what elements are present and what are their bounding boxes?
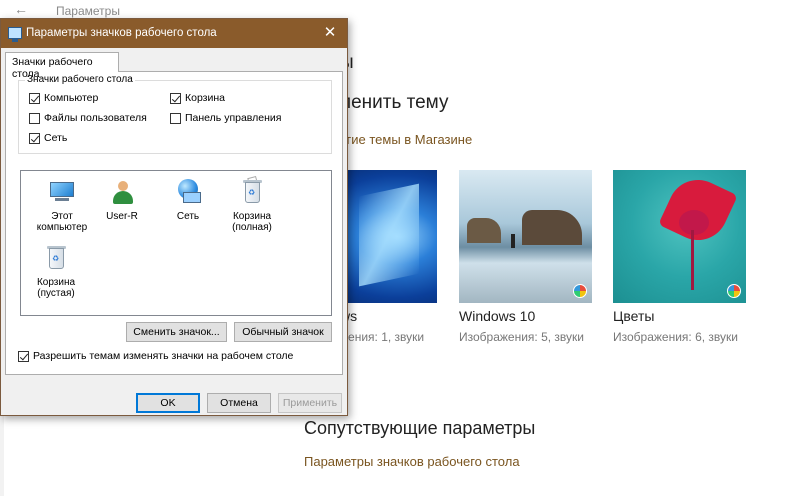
flower-stem	[691, 230, 694, 290]
checkbox-label: Файлы пользователя	[44, 112, 147, 124]
icon-item-label: Сеть	[176, 211, 200, 222]
back-arrow-icon[interactable]: ←	[14, 1, 28, 17]
network-icon	[173, 177, 203, 207]
close-icon[interactable]: ✕	[313, 19, 347, 48]
checkbox-label: Сеть	[44, 132, 68, 144]
ok-button[interactable]: OK	[136, 393, 200, 413]
icon-item-recycle-full[interactable]: ♻ Корзина (полная)	[221, 175, 283, 233]
color-wheel-icon	[573, 284, 587, 298]
checkbox-box[interactable]	[29, 132, 40, 144]
windows-light-beam	[359, 183, 419, 287]
cancel-button[interactable]: Отмена	[207, 393, 271, 413]
desktop-icon-settings-link[interactable]: Параметры значков рабочего стола	[304, 454, 520, 469]
recycle-bin-empty-icon: ♻	[41, 243, 71, 273]
desktop-icons-groupbox: Значки рабочего стола Компьютер Корзина …	[18, 74, 332, 154]
checkbox-label: Панель управления	[185, 112, 282, 124]
checkbox-control-panel[interactable]: Панель управления	[170, 112, 281, 124]
dialog-app-icon	[8, 27, 22, 42]
apply-button[interactable]: Применить	[278, 393, 342, 413]
theme-name: Windows 10	[459, 308, 536, 324]
checkbox-network[interactable]: Сеть	[29, 132, 67, 144]
dialog-titlebar[interactable]: Параметры значков рабочего стола ✕	[1, 19, 347, 48]
color-wheel-icon	[727, 284, 741, 298]
icon-item-label: Корзина (пустая)	[36, 277, 76, 299]
theme-meta: жения: 1, звуки	[340, 330, 425, 344]
icon-item-recycle-empty[interactable]: ♻ Корзина (пустая)	[25, 243, 87, 299]
checkbox-label: Компьютер	[44, 92, 99, 104]
checkbox-allow-themes[interactable]: Разрешить темам изменять значки на рабоч…	[18, 350, 293, 362]
checkbox-label: Разрешить темам изменять значки на рабоч…	[33, 350, 294, 362]
desktop-icon-settings-dialog: Параметры значков рабочего стола ✕ Значк…	[0, 18, 348, 416]
dialog-title: Параметры значков рабочего стола	[26, 27, 217, 39]
person-silhouette	[511, 234, 515, 248]
checkbox-recycle-bin[interactable]: Корзина	[170, 92, 225, 104]
checkbox-label: Корзина	[185, 92, 225, 104]
icon-item-label: Корзина (полная)	[232, 211, 272, 233]
apply-theme-heading: менить тему	[338, 92, 449, 113]
theme-name: Цветы	[613, 308, 655, 324]
icon-item-user[interactable]: User-R	[91, 177, 153, 222]
settings-window-title: Параметры	[56, 4, 120, 18]
default-icon-button[interactable]: Обычный значок	[234, 322, 332, 342]
rock-shape	[467, 218, 501, 243]
theme-meta: Изображения: 6, звуки	[613, 330, 738, 344]
computer-icon	[47, 177, 77, 207]
checkbox-box[interactable]	[170, 92, 181, 104]
tab-desktop-icons[interactable]: Значки рабочего стола	[5, 52, 119, 80]
theme-thumbnail-windows10[interactable]	[459, 170, 592, 303]
flower-petal	[679, 210, 709, 235]
checkbox-box[interactable]	[170, 112, 181, 124]
theme-meta: Изображения: 5, звуки	[459, 330, 584, 344]
recycle-bin-full-icon: ♻	[237, 175, 267, 207]
tab-panel: Значки рабочего стола Компьютер Корзина …	[5, 71, 343, 375]
icon-item-label: Этот компьютер	[36, 211, 88, 233]
related-settings-heading: Сопутствующие параметры	[304, 418, 536, 438]
group-label: Значки рабочего стола	[25, 74, 135, 85]
checkbox-box[interactable]	[18, 350, 29, 362]
icon-item-this-pc[interactable]: Этот компьютер	[31, 177, 93, 233]
rock-shape	[522, 210, 582, 245]
icon-item-network[interactable]: Сеть	[157, 177, 219, 222]
checkbox-box[interactable]	[29, 92, 40, 104]
checkbox-box[interactable]	[29, 112, 40, 124]
checkbox-user-files[interactable]: Файлы пользователя	[29, 112, 147, 124]
change-icon-button[interactable]: Сменить значок...	[126, 322, 227, 342]
user-folder-icon	[107, 177, 137, 207]
checkbox-computer[interactable]: Компьютер	[29, 92, 98, 104]
icon-list[interactable]: Этот компьютер User-R Сеть ♻ Корзина (по…	[20, 170, 332, 316]
theme-thumbnail-flowers[interactable]	[613, 170, 746, 303]
store-themes-link[interactable]: угие темы в Магазине	[340, 132, 472, 147]
icon-item-label: User-R	[106, 211, 138, 222]
